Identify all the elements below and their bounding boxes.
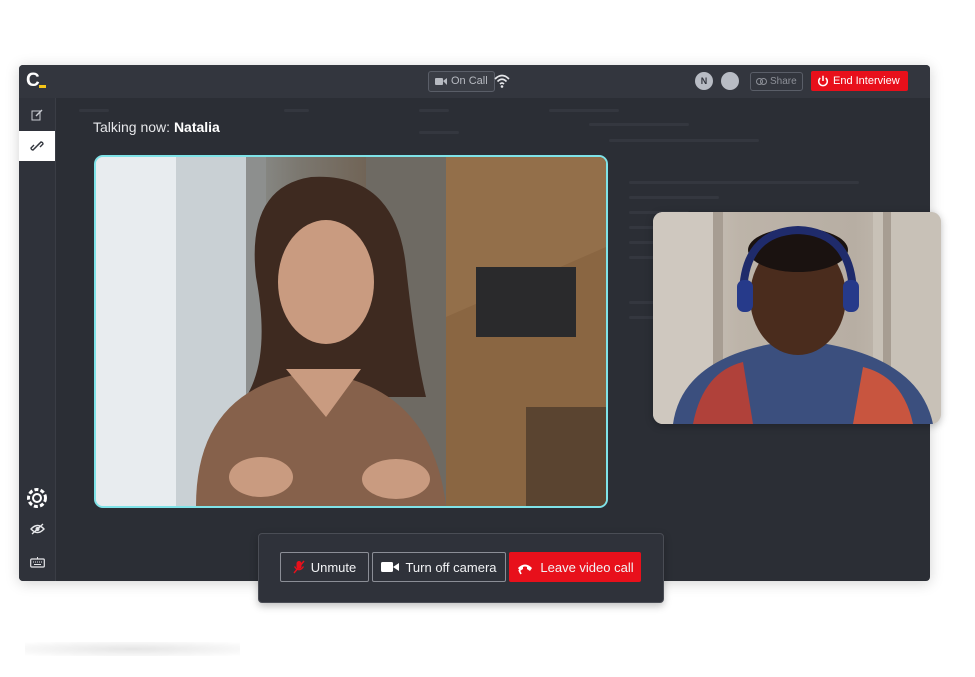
sidebar-settings-button[interactable]	[19, 483, 55, 513]
current-speaker-name: Natalia	[173, 119, 220, 135]
call-status-pill: On Call	[428, 71, 495, 92]
share-label: Share	[770, 76, 797, 87]
main-speaker-video	[94, 155, 608, 508]
sidebar-visibility-button[interactable]	[19, 514, 55, 544]
sidebar-link-button[interactable]	[19, 131, 55, 161]
share-button[interactable]: Share	[750, 72, 803, 91]
power-icon	[817, 75, 829, 87]
link-icon	[756, 78, 767, 85]
participant-video-feed	[653, 212, 941, 424]
main-speaker-video-feed	[96, 157, 606, 506]
link-icon	[30, 141, 44, 151]
eye-icon	[29, 523, 45, 535]
unmute-label: Unmute	[310, 559, 357, 575]
end-interview-button[interactable]: End Interview	[811, 71, 908, 91]
unmute-button[interactable]: Unmute	[280, 552, 369, 582]
end-interview-label: End Interview	[833, 75, 900, 87]
settings-icon	[27, 488, 47, 508]
camera-icon	[435, 78, 447, 85]
turn-off-camera-label: Turn off camera	[405, 559, 497, 575]
top-bar: C On Call N Share End Interview	[19, 65, 930, 98]
phone-hangup-icon	[518, 564, 533, 575]
leave-video-call-button[interactable]: Leave video call	[509, 552, 641, 582]
participant-avatar-n[interactable]: N	[695, 72, 713, 90]
wifi-icon	[494, 74, 510, 88]
camera-icon	[381, 562, 400, 572]
app-logo: C	[26, 70, 50, 92]
sidebar-edit-button[interactable]	[19, 100, 55, 130]
mic-off-icon	[293, 560, 305, 574]
edit-icon	[31, 109, 43, 121]
participant-video-tile	[653, 212, 941, 424]
keyboard-icon	[29, 556, 45, 568]
leave-video-call-label: Leave video call	[540, 559, 634, 575]
call-controls-bar: Unmute Turn off camera Leave video call	[258, 533, 664, 603]
sidebar	[19, 98, 56, 581]
decorative-shadow	[25, 642, 240, 656]
call-status-label: On Call	[451, 75, 488, 87]
current-speaker-label: Talking now: Natalia	[93, 119, 220, 135]
turn-off-camera-button[interactable]: Turn off camera	[372, 552, 506, 582]
participant-avatar[interactable]	[721, 72, 739, 90]
sidebar-keyboard-button[interactable]	[19, 547, 55, 577]
